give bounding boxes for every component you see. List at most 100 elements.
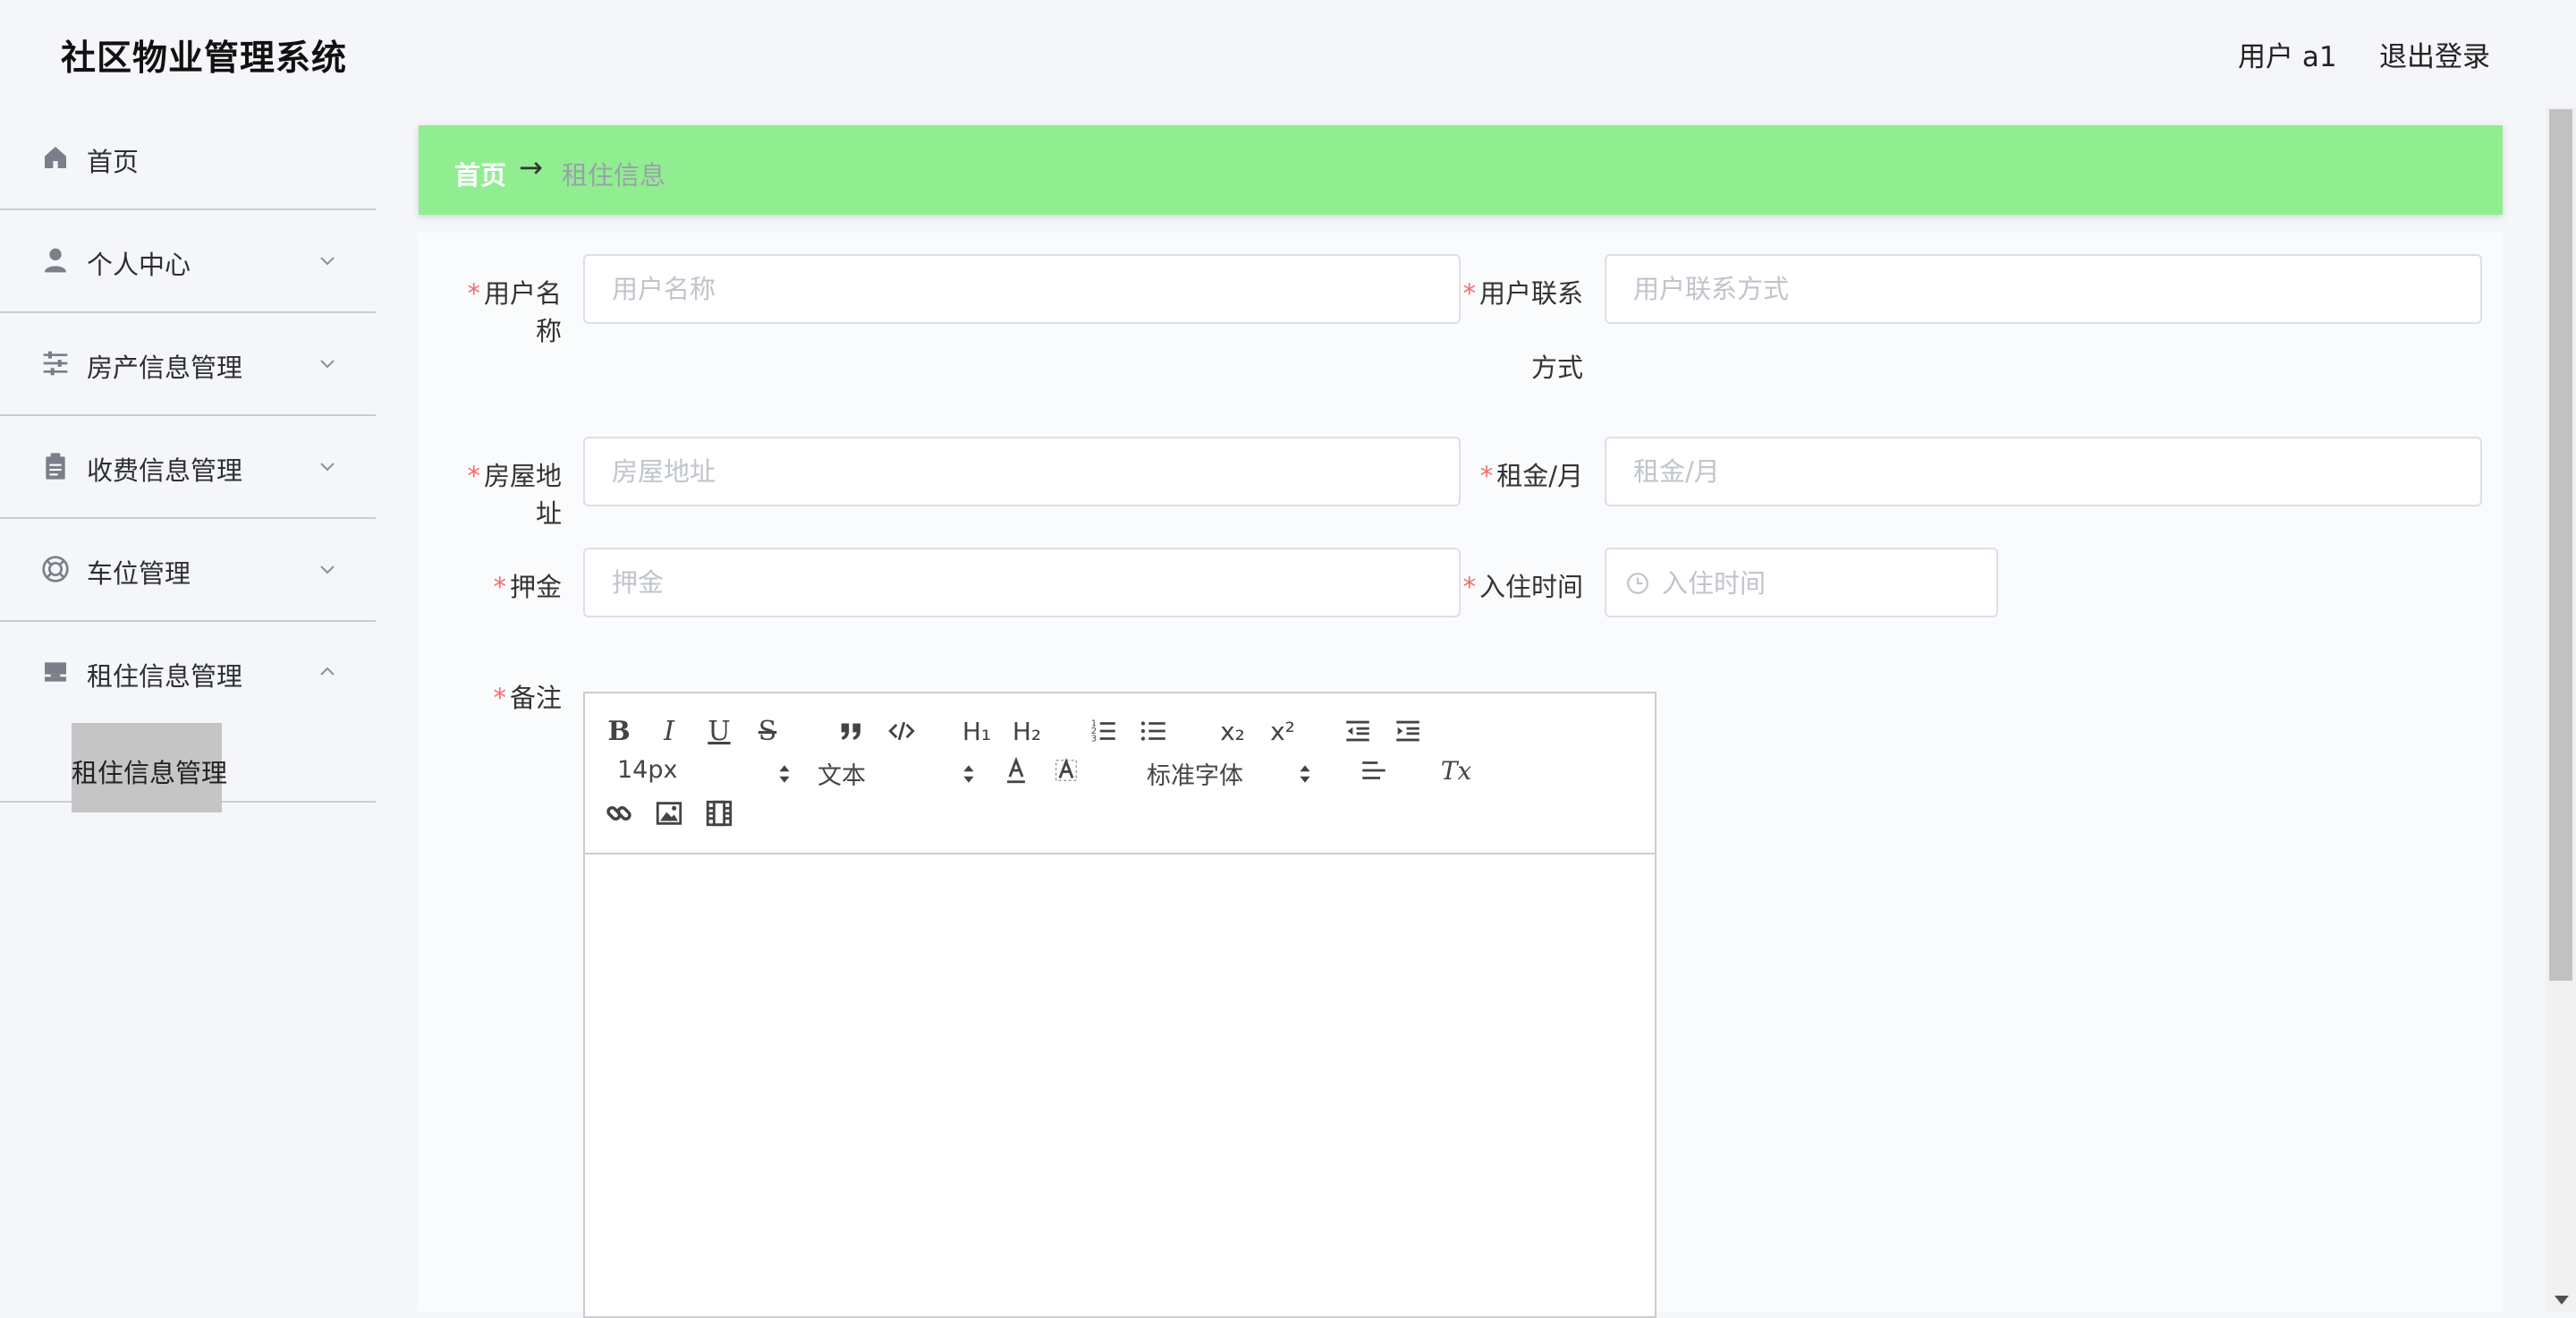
bullet-list-button[interactable]: [1136, 713, 1172, 749]
chevron-down-icon: [320, 257, 335, 266]
editor-content-area[interactable]: [585, 855, 1655, 1316]
align-button[interactable]: [1356, 753, 1392, 788]
superscript-button[interactable]: x²: [1265, 713, 1301, 749]
sliders-icon: [43, 351, 68, 376]
sidebar-item-rental[interactable]: 租住信息管理 租住信息管理: [0, 622, 376, 812]
chevron-down-icon: [320, 565, 335, 574]
select-caret-icon: [963, 765, 974, 783]
required-mark: *: [467, 461, 480, 491]
current-user-label: 用户 a1: [2238, 41, 2337, 73]
image-button[interactable]: [651, 795, 687, 831]
contact-label-line2: 方式: [1530, 353, 1583, 383]
contact-input[interactable]: [1605, 254, 2482, 324]
breadcrumb-home-link[interactable]: 首页: [454, 155, 506, 192]
link-button[interactable]: [601, 795, 637, 831]
block-format-value: 文本: [818, 762, 866, 790]
select-caret-icon: [779, 765, 790, 783]
font-size-value: 14px: [617, 756, 678, 784]
underline-button[interactable]: U: [701, 713, 737, 749]
ordered-list-icon: 123: [1091, 719, 1115, 744]
required-mark: *: [1462, 278, 1476, 309]
rich-text-editor: B I U S H₁ H₂ 123 x₂ x² 14px 文本 标准字体 Tx: [583, 692, 1657, 1318]
lifebuoy-icon: [42, 556, 69, 582]
italic-button[interactable]: I: [651, 713, 687, 749]
h1-button[interactable]: H₁: [959, 713, 995, 749]
align-left-icon: [1362, 761, 1385, 779]
checkin-label: * 入住时间: [1458, 566, 1583, 604]
text-color-button[interactable]: [998, 753, 1034, 788]
checkin-date-picker[interactable]: [1605, 548, 1998, 617]
page-scrollbar[interactable]: [2546, 107, 2576, 1312]
sidebar-item-label: 收费信息管理: [87, 455, 243, 486]
required-mark: *: [467, 278, 480, 309]
font-family-select[interactable]: 标准字体: [1147, 756, 1310, 792]
sidebar-subitem-label: 租住信息管理: [72, 758, 228, 788]
checkin-input[interactable]: [1660, 557, 1986, 610]
background-color-icon: [1055, 758, 1078, 782]
sidebar-item-label: 房产信息管理: [87, 353, 243, 383]
rent-label: * 租金/月: [1458, 455, 1583, 493]
home-icon: [45, 147, 66, 168]
sidebar-item-label: 首页: [87, 147, 140, 177]
chevron-down-icon: [320, 360, 335, 369]
required-mark: *: [493, 572, 506, 602]
breadcrumb: 首页 → 租住信息: [419, 125, 2503, 215]
subscript-button[interactable]: x₂: [1215, 713, 1250, 749]
outdent-button[interactable]: [1340, 713, 1376, 749]
top-header: 社区物业管理系统 用户 a1 退出登录: [0, 0, 2576, 107]
indent-button[interactable]: [1390, 713, 1426, 749]
logout-button[interactable]: 退出登录: [2379, 34, 2490, 74]
breadcrumb-separator: →: [519, 150, 543, 184]
deposit-label-text: 押金: [509, 572, 562, 602]
editor-toolbar: B I U S H₁ H₂ 123 x₂ x² 14px 文本 标准字体 Tx: [585, 693, 1655, 855]
required-mark: *: [1479, 461, 1494, 491]
tray-icon: [45, 662, 66, 682]
video-button[interactable]: [701, 795, 737, 831]
font-size-select[interactable]: 14px: [617, 756, 790, 792]
outdent-icon: [1346, 720, 1369, 742]
sidebar-item-home[interactable]: 首页: [0, 107, 376, 210]
sidebar-item-personal-center[interactable]: 个人中心: [0, 210, 376, 313]
deposit-input[interactable]: [583, 548, 1461, 617]
bold-button[interactable]: B: [601, 713, 637, 749]
h2-button[interactable]: H₂: [1009, 713, 1045, 749]
checkin-label-text: 入住时间: [1479, 572, 1583, 602]
clipboard-icon: [46, 453, 65, 480]
sidebar-item-fees[interactable]: 收费信息管理: [0, 416, 376, 519]
select-caret-icon: [1300, 765, 1310, 783]
clean-format-button[interactable]: Tx: [1438, 753, 1474, 788]
username-input[interactable]: [583, 254, 1461, 324]
sidebar-item-label: 租住信息管理: [87, 661, 243, 692]
deposit-label: * 押金: [442, 566, 562, 604]
sidebar-item-property[interactable]: 房产信息管理: [0, 313, 376, 416]
text-color-icon: [1007, 756, 1025, 784]
address-label-text: 房屋地址: [483, 461, 562, 529]
contact-label: * 用户联系: [1458, 273, 1583, 310]
rent-label-text: 租金/月: [1496, 461, 1583, 491]
rent-input[interactable]: [1605, 437, 2482, 506]
strike-button[interactable]: S: [750, 713, 785, 749]
quote-icon: [841, 723, 860, 740]
blockquote-button[interactable]: [834, 713, 869, 749]
code-block-button[interactable]: [884, 713, 919, 749]
contact-label-line1: 用户联系: [1479, 278, 1583, 309]
code-icon: [888, 721, 915, 741]
video-icon: [706, 800, 733, 827]
chevron-down-icon: [320, 463, 335, 472]
sidebar-subitem-rental-management[interactable]: 租住信息管理: [72, 723, 227, 812]
link-icon: [606, 805, 631, 821]
image-icon: [656, 802, 682, 825]
sidebar-item-parking[interactable]: 车位管理: [0, 519, 376, 622]
required-mark: *: [1462, 572, 1476, 602]
breadcrumb-current: 租住信息: [562, 160, 666, 191]
required-mark: *: [493, 683, 506, 713]
scrollbar-thumb[interactable]: [2549, 109, 2572, 981]
background-color-button[interactable]: [1048, 753, 1084, 788]
remarks-label: * 备注: [442, 677, 562, 715]
address-label: * 房屋地址: [442, 455, 562, 531]
chevron-up-icon: [320, 667, 335, 676]
ordered-list-button[interactable]: 123: [1086, 713, 1122, 749]
address-input[interactable]: [583, 437, 1461, 506]
block-format-select[interactable]: 文本: [818, 756, 974, 792]
scroll-down-arrow-icon[interactable]: [2555, 1296, 2569, 1305]
